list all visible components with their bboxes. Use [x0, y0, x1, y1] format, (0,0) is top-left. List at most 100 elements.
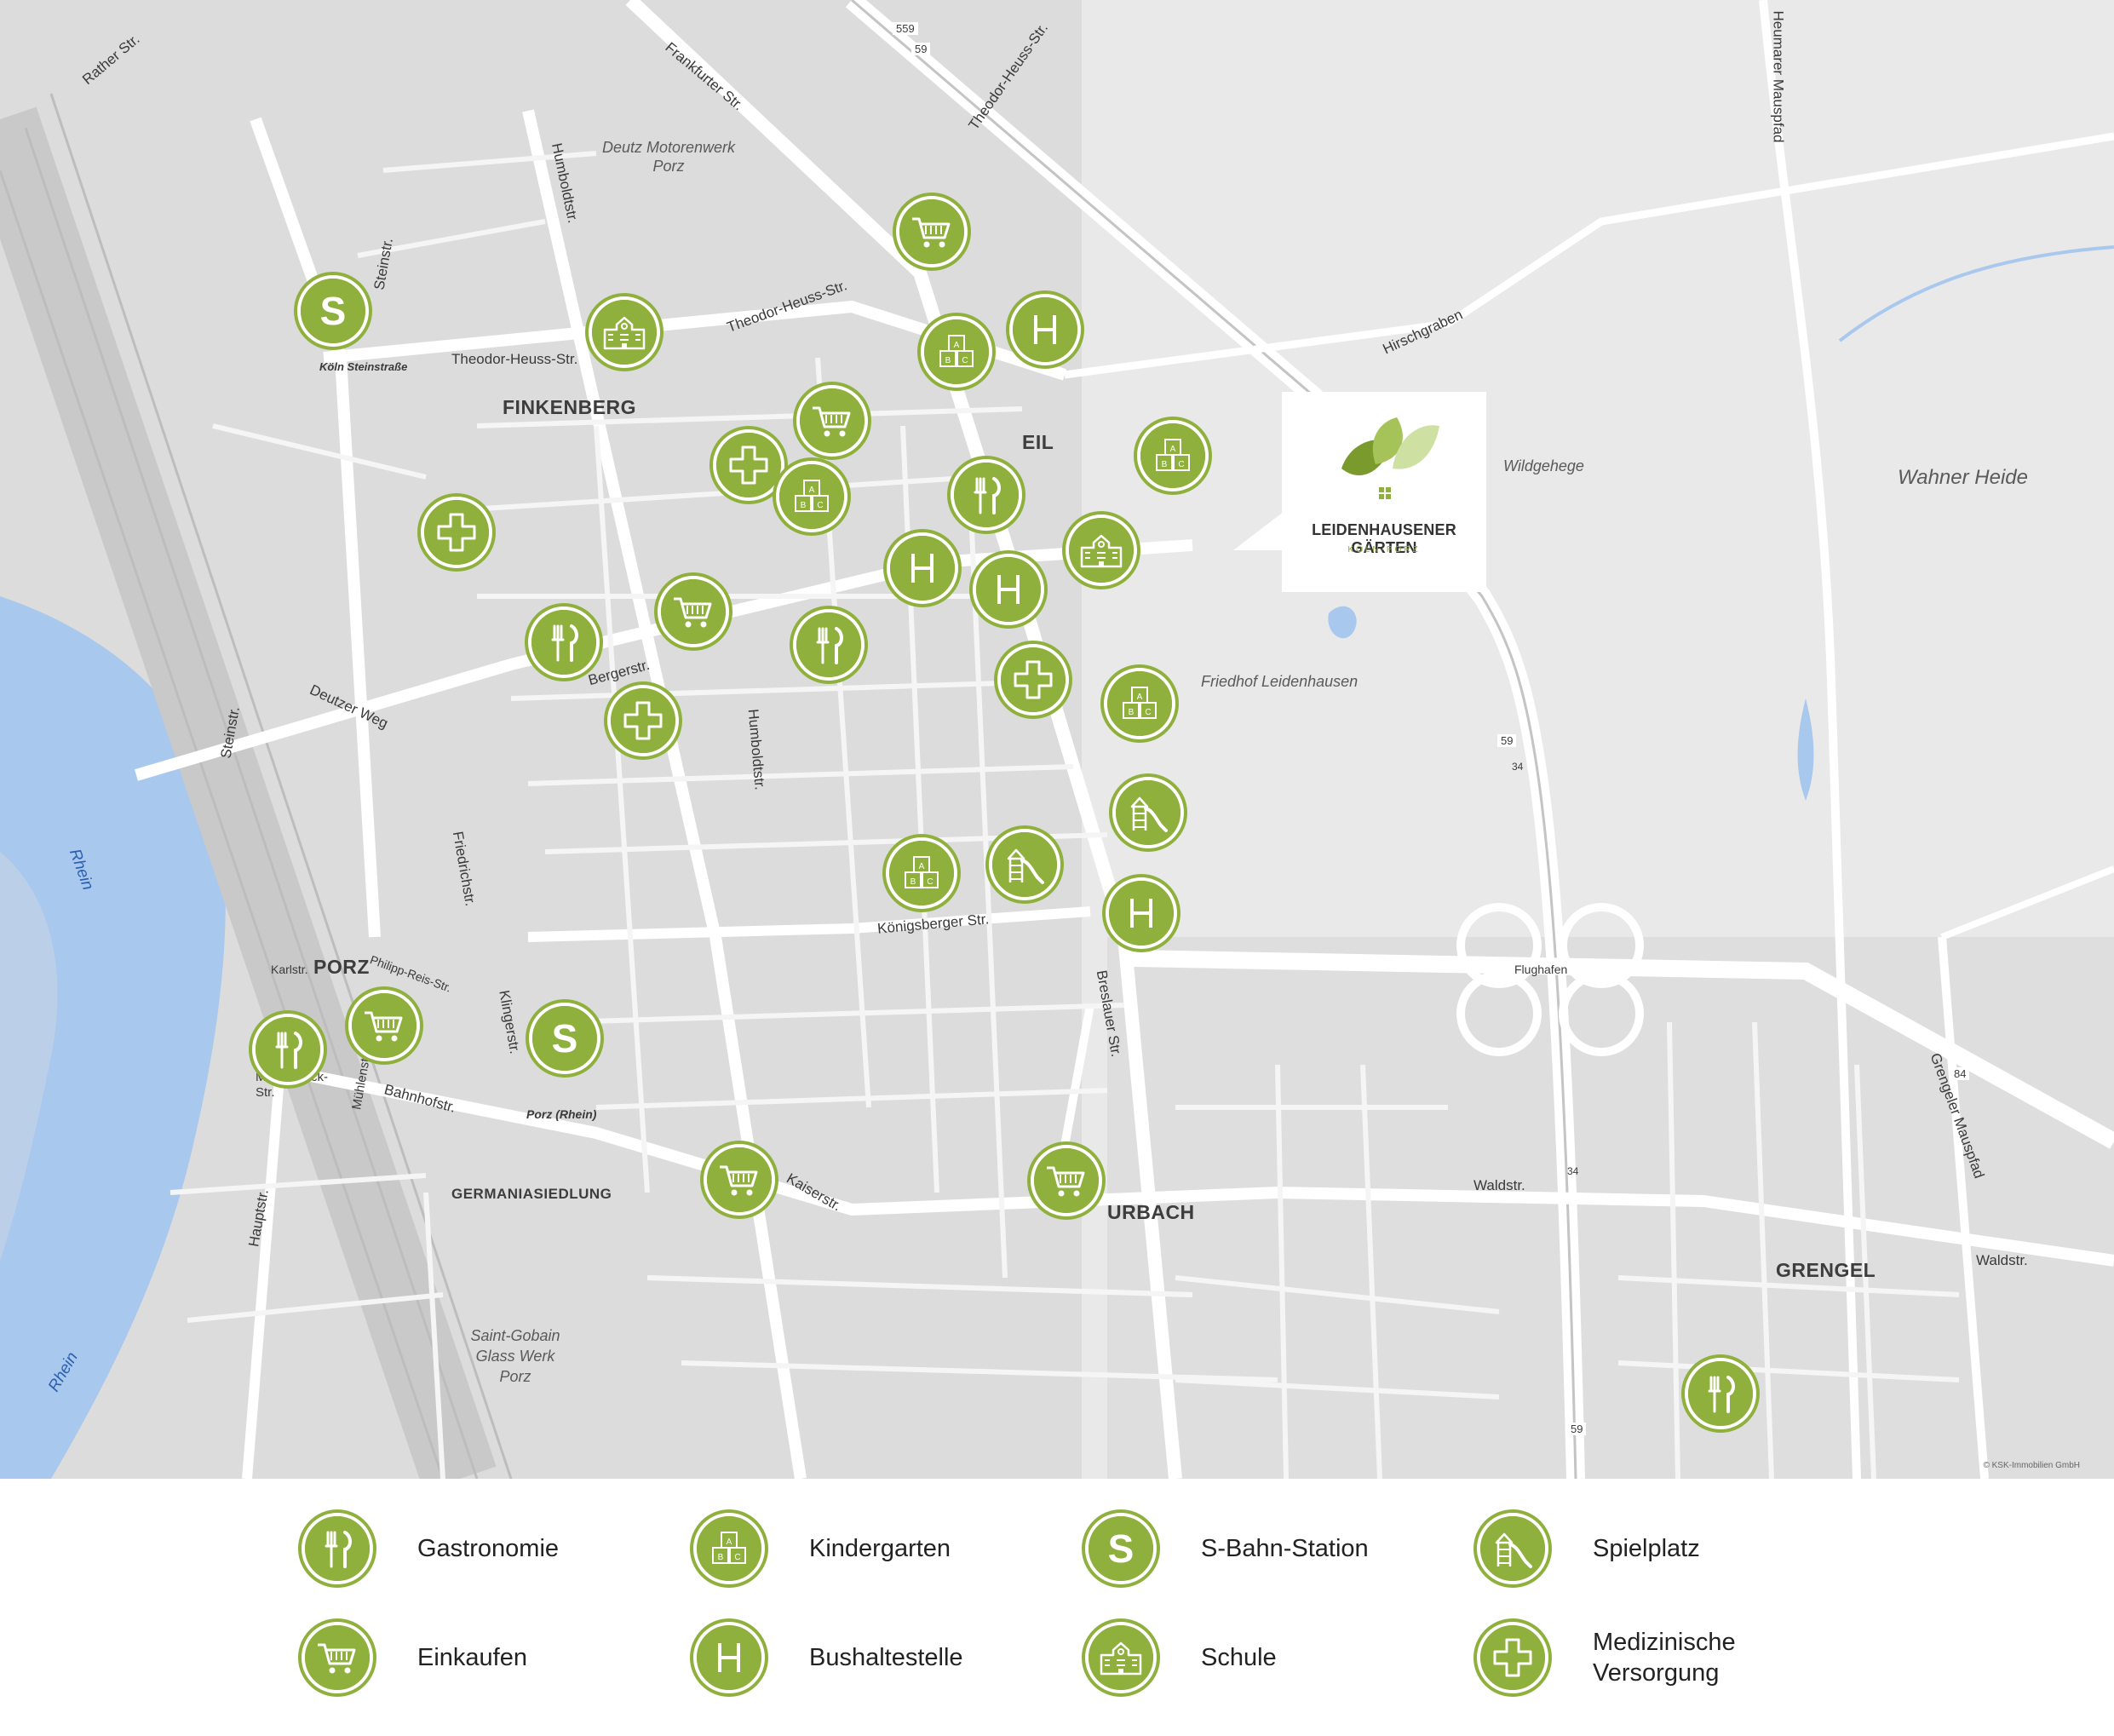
- einkaufen-marker[interactable]: [704, 1144, 775, 1216]
- kindergarten-marker[interactable]: AB C: [1104, 668, 1175, 739]
- sbahn-marker[interactable]: S: [529, 1003, 600, 1074]
- bus-marker[interactable]: [973, 554, 1044, 625]
- einkaufen-marker[interactable]: [302, 1622, 373, 1693]
- svg-text:A: A: [1170, 445, 1176, 454]
- kindergarten-icon: AB C: [697, 1516, 761, 1581]
- bus-icon: [1109, 881, 1174, 946]
- bus-marker[interactable]: [693, 1622, 765, 1693]
- kindergarten-marker[interactable]: AB C: [693, 1513, 765, 1584]
- svg-text:B: B: [945, 356, 951, 365]
- street-label: Theodor-Heuss-Str.: [451, 351, 578, 367]
- bus-icon: [697, 1625, 761, 1690]
- medizin-icon: [1480, 1625, 1545, 1690]
- schule-marker[interactable]: [1085, 1622, 1157, 1693]
- schule-icon: [1069, 518, 1134, 583]
- legend-label: Kindergarten: [809, 1535, 951, 1562]
- kindergarten-marker[interactable]: AB C: [886, 837, 957, 909]
- schule-marker[interactable]: [589, 296, 660, 368]
- sbahn-icon: S: [301, 279, 365, 343]
- kindergarten-marker[interactable]: AB C: [1137, 420, 1209, 491]
- gastronomie-marker[interactable]: [793, 609, 865, 681]
- street-label: Waldstr.: [1473, 1177, 1525, 1193]
- district-label: EIL: [1022, 431, 1054, 453]
- kindergarten-icon: AB C: [1107, 671, 1172, 736]
- bus-marker[interactable]: [1106, 877, 1177, 949]
- bus-marker[interactable]: [887, 532, 958, 604]
- kindergarten-marker[interactable]: AB C: [921, 316, 992, 388]
- einkaufen-marker[interactable]: [896, 196, 968, 267]
- sbahn-marker[interactable]: S: [1085, 1513, 1157, 1584]
- legend-item-bus: Bushaltestelle: [693, 1622, 963, 1693]
- medizin-marker[interactable]: [607, 685, 679, 756]
- place-label: Saint-Gobain Glass Werk Porz: [470, 1327, 560, 1385]
- highway-shield: 34: [1512, 761, 1524, 773]
- svg-text:S: S: [1108, 1526, 1135, 1571]
- kindergarten-icon: AB C: [889, 841, 954, 905]
- map[interactable]: FINKENBERG EIL PORZ GERMANIASIEDLUNG URB…: [0, 0, 2114, 1479]
- gastronomie-icon: [954, 463, 1019, 527]
- district-label: URBACH: [1107, 1201, 1195, 1223]
- station-label: Porz (Rhein): [526, 1107, 597, 1121]
- einkaufen-icon: [661, 579, 726, 644]
- medizin-marker[interactable]: [1477, 1622, 1548, 1693]
- bus-marker[interactable]: [1009, 294, 1081, 365]
- schule-marker[interactable]: [1066, 514, 1137, 586]
- legend: Gastronomie A B C Kindergarten S S-Bahn-Statio…: [0, 1479, 2114, 1736]
- logo-subtitle: KÖLN-PORZ: [1347, 545, 1421, 555]
- legend-label: Bushaltestelle: [809, 1644, 963, 1671]
- spielplatz-marker[interactable]: [1112, 777, 1184, 848]
- medizin-marker[interactable]: [997, 644, 1069, 716]
- einkaufen-marker[interactable]: [796, 385, 868, 457]
- schule-icon: [1089, 1625, 1153, 1690]
- svg-text:C: C: [927, 877, 933, 887]
- medizin-icon: [1001, 647, 1066, 712]
- highway-shield: 59: [1497, 734, 1517, 747]
- spielplatz-marker[interactable]: [989, 829, 1060, 900]
- bus-icon: [890, 536, 955, 601]
- place-label: Deutz Motorenwerk Porz: [601, 139, 736, 175]
- medizin-marker[interactable]: [713, 429, 784, 501]
- kindergarten-marker[interactable]: AB C: [776, 461, 847, 532]
- einkaufen-marker[interactable]: [658, 576, 729, 647]
- medizin-marker[interactable]: [421, 497, 492, 568]
- legend-label: S-Bahn-Station: [1201, 1535, 1369, 1562]
- einkaufen-marker[interactable]: [1031, 1145, 1102, 1216]
- svg-text:C: C: [734, 1553, 740, 1562]
- einkaufen-icon: [352, 993, 416, 1058]
- spielplatz-icon: [1116, 780, 1181, 845]
- gastronomie-marker[interactable]: [252, 1014, 324, 1085]
- medizin-icon: [716, 433, 781, 497]
- svg-text:A: A: [1137, 693, 1143, 702]
- gastronomie-marker[interactable]: [951, 459, 1022, 531]
- medizin-icon: [424, 500, 489, 565]
- sbahn-marker[interactable]: S: [297, 275, 369, 347]
- svg-text:A: A: [919, 862, 925, 871]
- svg-text:C: C: [817, 501, 823, 510]
- highway-shield: 59: [911, 43, 931, 55]
- spielplatz-icon: [992, 832, 1057, 897]
- legend-item-medizin: Medizinische Versorgung: [1477, 1622, 1763, 1693]
- legend-item-schule: Schule: [1085, 1622, 1277, 1693]
- legend-item-spielplatz: Spielplatz: [1477, 1513, 1700, 1584]
- legend-label: Schule: [1201, 1644, 1277, 1671]
- gastronomie-marker[interactable]: [302, 1513, 373, 1584]
- page: FINKENBERG EIL PORZ GERMANIASIEDLUNG URB…: [0, 0, 2114, 1736]
- svg-text:A: A: [727, 1538, 732, 1547]
- kindergarten-icon: AB C: [1140, 423, 1205, 488]
- gastronomie-marker[interactable]: [1685, 1358, 1756, 1429]
- legend-label: Einkaufen: [417, 1644, 527, 1671]
- svg-text:A: A: [809, 486, 815, 495]
- svg-text:C: C: [962, 356, 968, 365]
- project-logo[interactable]: LEIDENHAUSENER GÄRTEN KÖLN-PORZ: [1282, 392, 1486, 592]
- gastronomie-marker[interactable]: [528, 606, 600, 678]
- sbahn-icon: S: [1089, 1516, 1153, 1581]
- gastronomie-icon: [256, 1017, 320, 1082]
- gastronomie-icon: [305, 1516, 370, 1581]
- einkaufen-marker[interactable]: [348, 990, 420, 1061]
- svg-text:B: B: [1129, 708, 1135, 717]
- spielplatz-marker[interactable]: [1477, 1513, 1548, 1584]
- bus-icon: [976, 557, 1041, 622]
- einkaufen-icon: [899, 199, 964, 264]
- highway-shield: 59: [1567, 1423, 1587, 1435]
- district-label: GRENGEL: [1776, 1259, 1876, 1281]
